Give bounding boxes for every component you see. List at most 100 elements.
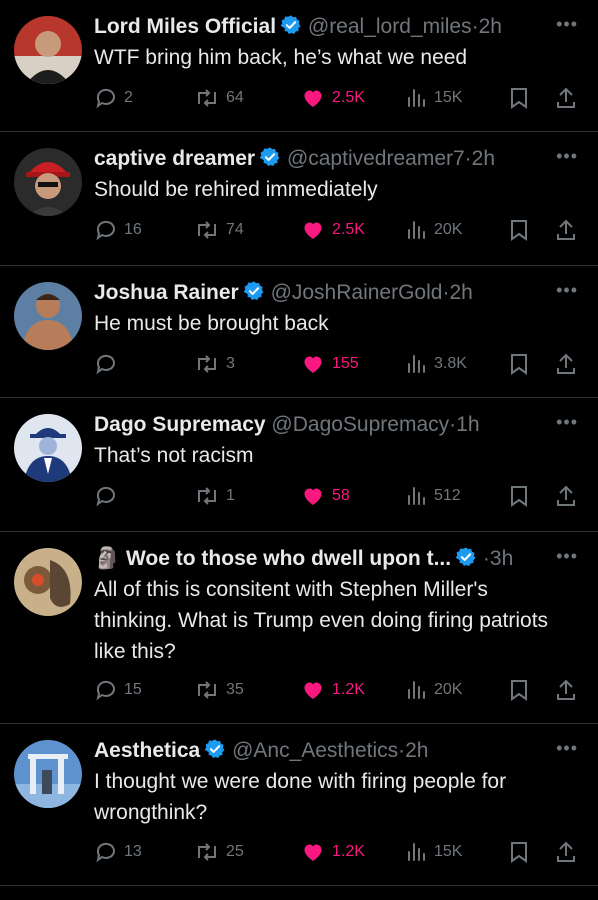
like-count: 155 <box>332 355 359 372</box>
avatar[interactable] <box>14 282 82 350</box>
tweet-text: Should be rehired immediately <box>94 178 378 201</box>
tweet[interactable]: Dago Supremacy @DagoSupremacy·1h ••• Tha… <box>0 398 598 532</box>
views-button[interactable]: 512 <box>406 482 461 510</box>
share-button[interactable] <box>554 216 578 244</box>
action-bar: 2 64 2.5K 15K <box>94 84 580 112</box>
handle[interactable]: @captivedreamer7 <box>287 147 465 170</box>
bookmark-button[interactable] <box>508 216 530 244</box>
bookmark-button[interactable] <box>508 84 530 112</box>
separator-dot: · <box>482 547 490 570</box>
display-name[interactable]: Aesthetica <box>94 739 200 762</box>
repost-count: 74 <box>226 221 244 238</box>
avatar[interactable] <box>14 148 82 216</box>
avatar[interactable] <box>14 548 82 616</box>
tweet[interactable]: Joshua Rainer @JoshRainerGold·2h ••• He … <box>0 266 598 398</box>
bookmark-button[interactable] <box>508 482 530 510</box>
more-icon[interactable]: ••• <box>556 14 578 35</box>
reply-count: 15 <box>124 681 142 698</box>
more-icon[interactable]: ••• <box>556 146 578 167</box>
repost-button[interactable]: 74 <box>194 216 244 244</box>
bookmark-button[interactable] <box>508 838 530 866</box>
views-count: 3.8K <box>434 355 467 372</box>
handle[interactable]: @JoshRainerGold <box>271 281 443 304</box>
separator-dot: · <box>471 15 479 38</box>
views-button[interactable]: 20K <box>406 216 462 244</box>
share-button[interactable] <box>554 676 578 704</box>
like-count: 2.5K <box>332 89 365 106</box>
tweet-text: He must be brought back <box>94 312 329 335</box>
reply-button[interactable] <box>94 350 124 378</box>
views-count: 15K <box>434 89 463 106</box>
reply-button[interactable]: 2 <box>94 84 133 112</box>
display-name[interactable]: Dago Supremacy <box>94 413 266 436</box>
timestamp[interactable]: 2h <box>449 281 472 304</box>
repost-button[interactable]: 64 <box>194 84 244 112</box>
timestamp[interactable]: 2h <box>472 147 495 170</box>
timestamp[interactable]: 1h <box>456 413 479 436</box>
timestamp[interactable]: 2h <box>479 15 502 38</box>
repost-button[interactable]: 25 <box>194 838 244 866</box>
handle[interactable]: @real_lord_miles <box>308 15 472 38</box>
views-button[interactable]: 3.8K <box>406 350 467 378</box>
views-icon <box>406 86 428 110</box>
tweet-text: That’s not racism <box>94 444 254 467</box>
verified-badge-icon <box>259 146 281 175</box>
share-button[interactable] <box>554 838 578 866</box>
views-button[interactable]: 20K <box>406 676 462 704</box>
heart-icon <box>300 86 326 110</box>
bookmark-icon <box>508 352 530 376</box>
like-count: 1.2K <box>332 681 365 698</box>
tweet[interactable]: Lord Miles Official @real_lord_miles·2h … <box>0 0 598 132</box>
like-button[interactable]: 155 <box>300 350 359 378</box>
views-button[interactable]: 15K <box>406 838 462 866</box>
tweet[interactable]: Aesthetica @Anc_Aesthetics·2h ••• I thou… <box>0 724 598 886</box>
reply-button[interactable]: 15 <box>94 676 142 704</box>
like-button[interactable]: 58 <box>300 482 350 510</box>
repost-button[interactable]: 1 <box>194 482 235 510</box>
display-name[interactable]: captive dreamer <box>94 147 255 170</box>
like-button[interactable]: 1.2K <box>300 676 365 704</box>
tweet[interactable]: captive dreamer @captivedreamer7·2h ••• … <box>0 132 598 266</box>
display-name[interactable]: Lord Miles Official <box>94 15 276 38</box>
views-icon <box>406 218 428 242</box>
more-icon[interactable]: ••• <box>556 738 578 759</box>
timestamp[interactable]: 3h <box>490 547 513 570</box>
display-name[interactable]: Joshua Rainer <box>94 281 239 304</box>
bookmark-icon <box>508 484 530 508</box>
like-button[interactable]: 1.2K <box>300 838 365 866</box>
avatar[interactable] <box>14 16 82 84</box>
share-button[interactable] <box>554 482 578 510</box>
repost-icon <box>194 352 220 376</box>
reply-count: 2 <box>124 89 133 106</box>
reply-icon <box>94 484 118 508</box>
repost-button[interactable]: 35 <box>194 676 244 704</box>
avatar[interactable] <box>14 740 82 808</box>
handle[interactable]: @Anc_Aesthetics <box>232 739 398 762</box>
reply-button[interactable]: 13 <box>94 838 142 866</box>
share-button[interactable] <box>554 350 578 378</box>
more-icon[interactable]: ••• <box>556 280 578 301</box>
more-icon[interactable]: ••• <box>556 546 578 567</box>
reply-button[interactable]: 16 <box>94 216 142 244</box>
more-icon[interactable]: ••• <box>556 412 578 433</box>
repost-count: 25 <box>226 843 244 860</box>
repost-button[interactable]: 3 <box>194 350 235 378</box>
bookmark-button[interactable] <box>508 676 530 704</box>
tweet[interactable]: 🗿 Woe to those who dwell upon t... ·3h •… <box>0 532 598 724</box>
reply-button[interactable] <box>94 482 124 510</box>
like-button[interactable]: 2.5K <box>300 84 365 112</box>
views-button[interactable]: 15K <box>406 84 462 112</box>
avatar[interactable] <box>14 414 82 482</box>
like-button[interactable]: 2.5K <box>300 216 365 244</box>
timestamp[interactable]: 2h <box>405 739 428 762</box>
share-icon <box>554 678 578 702</box>
like-count: 2.5K <box>332 221 365 238</box>
handle[interactable]: @DagoSupremacy <box>271 413 449 436</box>
reply-icon <box>94 352 118 376</box>
repost-icon <box>194 484 220 508</box>
share-button[interactable] <box>554 84 578 112</box>
display-name[interactable]: 🗿 Woe to those who dwell upon t... <box>94 547 451 570</box>
verified-badge-icon <box>280 14 302 43</box>
heart-icon <box>300 840 326 864</box>
bookmark-button[interactable] <box>508 350 530 378</box>
